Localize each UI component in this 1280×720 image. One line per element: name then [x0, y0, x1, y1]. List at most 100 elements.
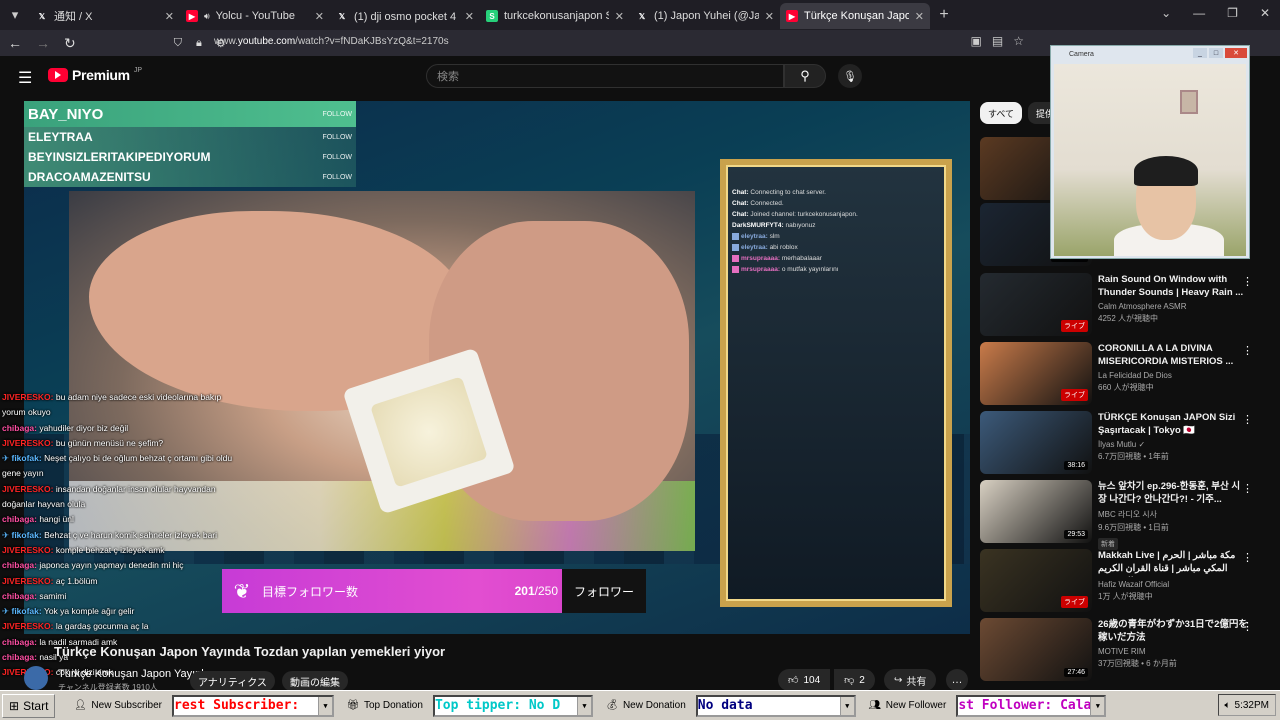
close-icon[interactable]: ✕ [465, 10, 474, 23]
goal-target: /250 [534, 584, 558, 598]
browser-tab[interactable]: 𝕏 通知 / X ✕ [30, 3, 180, 29]
close-icon[interactable]: ✕ [315, 10, 324, 23]
url-host: youtube.com [237, 36, 296, 47]
edit-video-button[interactable]: 動画の編集 [282, 671, 348, 691]
reader-icon[interactable]: ▤ [992, 34, 1003, 48]
video-thumbnail[interactable]: 29:53 [980, 480, 1092, 543]
video-thumbnail[interactable]: ライブ [980, 273, 1092, 336]
more-vert-icon[interactable]: ⋮ [1242, 620, 1253, 633]
alert-widget[interactable]: 👤︎ New Subscriber [69, 694, 166, 718]
follower-row: BEYINSIZLERITAKIPEDIYORUM FOLLOW [24, 147, 356, 167]
video-title[interactable]: Makkah Live | مكة مباشر | الحرم المكي مب… [1098, 549, 1248, 577]
more-actions-button[interactable]: … [946, 669, 968, 691]
tab-list-icon[interactable]: ▾ [0, 0, 30, 30]
follower-icon: 👥︎ [868, 700, 882, 711]
bookmark-star-icon[interactable]: ☆ [1013, 34, 1024, 48]
video-thumbnail[interactable]: ライブ [980, 549, 1092, 612]
address-bar[interactable]: www.youtube.com/watch?v=fNDaKJBsYzQ&t=21… [214, 36, 449, 47]
channel-name[interactable]: Hafiz Wazaif Official [1098, 580, 1248, 589]
more-vert-icon[interactable]: ⋮ [1242, 344, 1253, 357]
alert-widget[interactable]: 👥︎ New Follower [864, 694, 951, 718]
recommended-video[interactable]: 27:46 26歳の青年がわずか31日で2億円を稼いだ方法 MOTIVE RIM 37… [980, 618, 1270, 682]
recommended-video[interactable]: ライブ CORONILLA A LA DIVINA MISERICORDIA MI… [980, 342, 1270, 406]
alert-widget[interactable]: 💰︎ New Donation [601, 694, 690, 718]
video-thumbnail[interactable]: ライブ [980, 342, 1092, 405]
channel-name[interactable]: Calm Atmosphere ASMR [1098, 302, 1248, 311]
filter-chip[interactable]: すべて [980, 102, 1023, 124]
browser-tab[interactable]: Sturkcekonusanjapon Stream - W ✕ [480, 3, 630, 29]
share-button[interactable]: ↪ 共有 [884, 669, 937, 691]
close-icon[interactable]: ✕ [615, 10, 624, 23]
chevron-down-icon[interactable]: ⌄ [1161, 6, 1171, 20]
analytics-button[interactable]: アナリティクス [190, 671, 275, 691]
minimize-icon[interactable]: _ [1193, 48, 1207, 58]
close-icon[interactable]: ✕ [1260, 6, 1270, 20]
alert-widget[interactable]: 🎁︎ Top Donation [342, 694, 427, 718]
video-title[interactable]: CORONILLA A LA DIVINA MISERICORDIA MISTE… [1098, 342, 1248, 368]
dropdown-arrow-icon[interactable]: ▼ [1090, 696, 1105, 715]
like-button[interactable]: 👍︎ 104 [778, 669, 831, 691]
browser-tab[interactable]: ▶ 🔊︎ Yolcu - YouTube ✕ [180, 3, 330, 29]
back-icon[interactable]: ← [8, 35, 22, 51]
video-thumbnail[interactable]: 27:46 [980, 618, 1092, 681]
new-tab-button[interactable]: + [930, 6, 958, 24]
camera-window[interactable]: Camera _ □ ✕ [1050, 45, 1250, 259]
more-vert-icon[interactable]: ⋮ [1242, 551, 1253, 564]
dropdown-arrow-icon[interactable]: ▼ [318, 696, 332, 715]
search-input[interactable]: 検索 [426, 64, 784, 88]
lock-icon[interactable]: 🔒︎ [196, 37, 202, 50]
forward-icon[interactable]: → [36, 35, 50, 51]
voice-search-button[interactable]: 🎙︎ [838, 64, 862, 88]
ticker-text: st Follower: Calat [958, 698, 1100, 713]
dropdown-arrow-icon[interactable]: ▼ [576, 696, 591, 715]
video-title[interactable]: 26歳の青年がわずか31日で2億円を稼いだ方法 [1098, 618, 1248, 644]
video-title[interactable]: 뉴스 앞차기 ep.296-한동훈, 부산 시장 나간다? 안나간다?! - 기… [1098, 480, 1248, 506]
close-icon[interactable]: ✕ [765, 10, 774, 23]
more-vert-icon[interactable]: ⋮ [1242, 275, 1253, 288]
dropdown-arrow-icon[interactable]: ▼ [839, 696, 854, 715]
alert-ticker[interactable]: rest Subscriber: ▼ [172, 694, 334, 717]
channel-name[interactable]: MBC 라디오 시사 [1098, 509, 1248, 520]
alert-ticker[interactable]: st Follower: Calat ▼ [956, 694, 1107, 717]
camera-titlebar[interactable]: Camera _ □ ✕ [1051, 46, 1249, 62]
alert-ticker[interactable]: Top tipper: No D ▼ [432, 694, 593, 717]
recommended-video[interactable]: 29:53 뉴스 앞차기 ep.296-한동훈, 부산 시장 나간다? 안나간다?… [980, 480, 1270, 550]
video-title[interactable]: TÜRKÇE Konuşan JAPON Sizi Şaşırtacak | T… [1098, 411, 1248, 437]
start-button[interactable]: ⊞ Start [2, 693, 56, 718]
close-icon[interactable]: ✕ [165, 10, 174, 23]
chat-line: eleytraa: abi roblox [732, 242, 948, 253]
more-vert-icon[interactable]: ⋮ [1242, 482, 1253, 495]
close-icon[interactable]: ✕ [1225, 48, 1247, 58]
recommended-video[interactable]: 38:16 TÜRKÇE Konuşan JAPON Sizi Şaşırtaca… [980, 411, 1270, 475]
video-thumbnail[interactable]: 38:16 [980, 411, 1092, 474]
recommended-video[interactable]: ライブ Makkah Live | مكة مباشر | الحرم المكي… [980, 549, 1270, 613]
restore-icon[interactable]: ❐ [1227, 6, 1238, 20]
browser-tab[interactable]: ▶ Türkçe Konuşan Japon Yayında ✕ [780, 3, 930, 29]
menu-icon[interactable]: ☰ [18, 68, 32, 88]
channel-avatar[interactable] [24, 666, 48, 690]
video-title[interactable]: Rain Sound On Window with Thunder Sounds… [1098, 273, 1248, 299]
minimize-icon[interactable]: — [1193, 6, 1205, 20]
follow-tag: FOLLOW [322, 110, 352, 118]
maximize-icon[interactable]: □ [1209, 48, 1223, 58]
screenshot-icon[interactable]: ▣ [971, 34, 982, 48]
browser-tab[interactable]: 𝕏 (1) Japon Yuhei (@JaponYuhei ✕ [630, 3, 780, 29]
channel-name[interactable]: La Felicidad De Dios [1098, 371, 1248, 380]
browser-tab[interactable]: 𝕏 (1) dji osmo pocket 4 - 検索 / X ✕ [330, 3, 480, 29]
channel-name[interactable]: MOTIVE RIM [1098, 647, 1248, 656]
search-button[interactable]: ⚲ [784, 64, 826, 88]
speaker-icon[interactable]: 🔈︎ [1225, 700, 1231, 711]
channel-name[interactable]: İlyas Mutlu ✓ [1098, 440, 1248, 449]
close-icon[interactable]: ✕ [915, 10, 924, 23]
more-vert-icon[interactable]: ⋮ [1242, 413, 1253, 426]
dislike-button[interactable]: 👎︎ 2 [834, 669, 875, 691]
alert-ticker[interactable]: No data ▼ [695, 694, 856, 717]
reload-icon[interactable]: ↻ [64, 35, 76, 52]
shield-icon[interactable]: ⛉ [174, 37, 182, 50]
ticker-text: Top tipper: No D [434, 698, 561, 713]
ticker-text: rest Subscriber: [174, 698, 300, 713]
recommended-video[interactable]: ライブ Rain Sound On Window with Thunder Sou… [980, 273, 1270, 337]
youtube-premium-logo[interactable]: Premium JP [48, 67, 142, 83]
audio-playing-icon[interactable]: 🔊︎ [204, 11, 210, 22]
overlay-chat-text: komple behzat ç izleyek amk [55, 544, 165, 555]
